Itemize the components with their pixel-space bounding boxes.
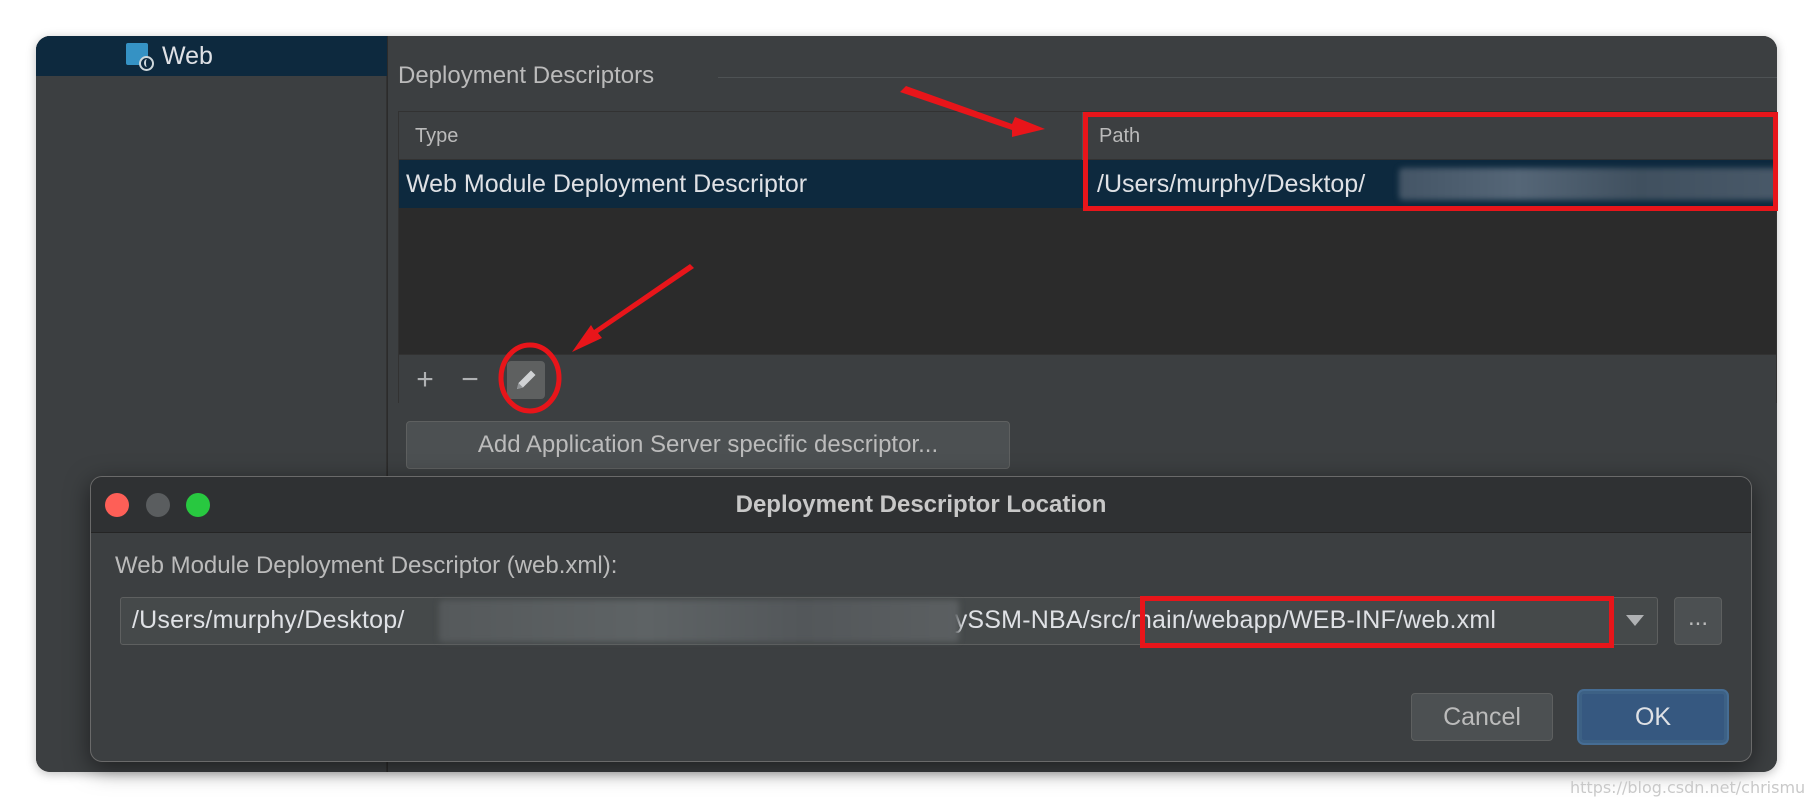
browse-button[interactable]: ... xyxy=(1674,597,1722,645)
pencil-icon xyxy=(517,370,536,389)
section-title: Deployment Descriptors xyxy=(398,62,655,89)
highlight-box-path-column xyxy=(1083,112,1778,211)
web-module-icon xyxy=(126,43,154,71)
table-toolbar: + − xyxy=(399,354,1776,404)
remove-button[interactable]: − xyxy=(452,362,488,398)
chevron-down-icon[interactable] xyxy=(1626,615,1644,626)
highlight-box-path-suffix xyxy=(1140,596,1614,648)
add-server-descriptor-button[interactable]: Add Application Server specific descript… xyxy=(406,421,1010,469)
dialog-titlebar: Deployment Descriptor Location xyxy=(91,477,1751,533)
sidebar-item-web[interactable]: Web xyxy=(36,36,387,76)
column-header-type[interactable]: Type xyxy=(415,125,458,148)
redacted-path-region xyxy=(439,600,959,642)
dialog-title: Deployment Descriptor Location xyxy=(735,491,1107,518)
sidebar-item-label: Web xyxy=(162,41,213,70)
cancel-button[interactable]: Cancel xyxy=(1411,693,1553,741)
add-button[interactable]: + xyxy=(407,362,443,398)
ok-button[interactable]: OK xyxy=(1579,691,1727,743)
watermark: https://blog.csdn.net/chrismu xyxy=(1570,778,1806,797)
field-label: Web Module Deployment Descriptor (web.xm… xyxy=(115,552,618,579)
edit-button[interactable] xyxy=(507,361,545,399)
path-prefix: /Users/murphy/Desktop/ xyxy=(132,606,405,634)
section-divider xyxy=(718,77,1777,78)
cell-type: Web Module Deployment Descriptor xyxy=(406,170,808,198)
